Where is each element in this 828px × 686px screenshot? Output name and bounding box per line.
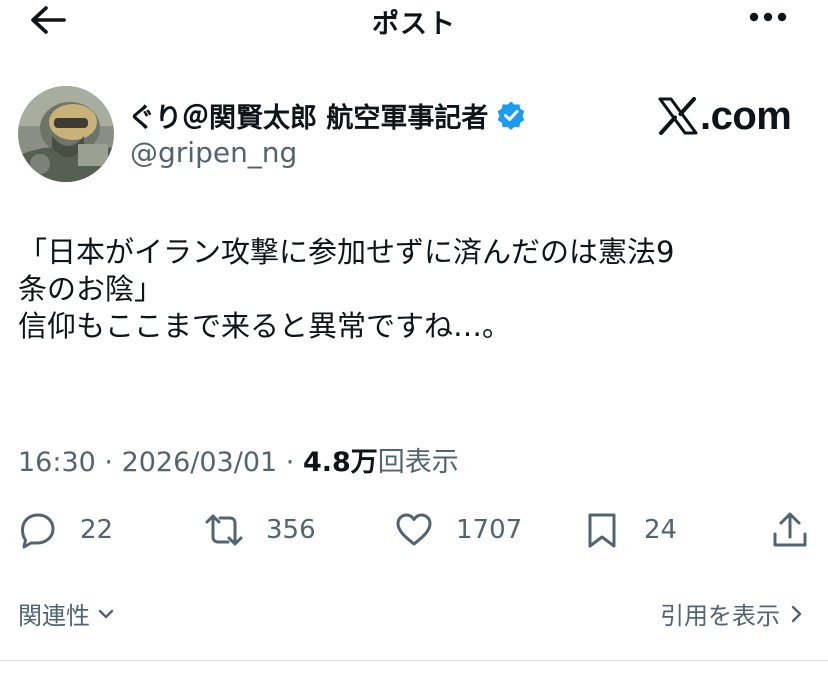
- tweet-text: 「日本がイラン攻撃に参加せずに済んだのは憲法9 条のお陰」 信仰もここまで来ると…: [18, 234, 808, 345]
- author-handle[interactable]: @gripen_ng: [130, 136, 297, 169]
- page-title: ポスト: [372, 9, 456, 40]
- sort-relevance-dropdown[interactable]: 関連性: [18, 596, 116, 631]
- avatar[interactable]: [18, 86, 114, 182]
- top-bar: ポスト: [0, 0, 828, 42]
- tweet-time[interactable]: 16:30: [18, 447, 96, 478]
- tweet-date[interactable]: 2026/03/01: [122, 447, 278, 478]
- repost-button[interactable]: 356: [204, 506, 316, 554]
- action-bar: 22 356 1707 24: [0, 506, 828, 554]
- author-name-row[interactable]: ぐり＠関賢太郎 航空軍事記者: [128, 94, 526, 136]
- view-count[interactable]: 4.8万: [303, 447, 378, 478]
- tweet-line: 「日本がイラン攻撃に参加せずに済んだのは憲法9: [18, 235, 675, 269]
- divider: [0, 660, 828, 661]
- meta-separator: ·: [95, 447, 122, 478]
- heart-icon: [396, 513, 432, 546]
- share-icon: [773, 512, 807, 547]
- tweet-line: 信仰もここまで来ると異常ですね…。: [18, 309, 512, 343]
- like-button[interactable]: 1707: [394, 506, 522, 554]
- author-display-name[interactable]: ぐり＠関賢太郎 航空軍事記者: [128, 96, 488, 135]
- chevron-down-icon: [98, 609, 114, 618]
- reply-icon: [21, 513, 55, 549]
- like-count: 1707: [456, 515, 523, 545]
- bookmark-button[interactable]: 24: [582, 506, 677, 554]
- pilot-avatar-image: [18, 86, 114, 182]
- repost-icon: [205, 514, 243, 546]
- verified-badge-icon: [498, 101, 525, 130]
- x-logo-icon: [658, 97, 698, 135]
- view-quotes-label: 引用を表示: [660, 602, 780, 630]
- tweet-line: 条のお陰」: [18, 272, 164, 306]
- tweet-meta: 16:30 · 2026/03/01 · 4.8万回表示: [18, 440, 459, 479]
- sort-label: 関連性: [18, 602, 90, 630]
- meta-separator: ·: [277, 447, 303, 478]
- more-horizontal-icon[interactable]: [748, 10, 788, 24]
- repost-count: 356: [266, 515, 316, 545]
- view-quotes-link[interactable]: 引用を表示: [660, 596, 806, 631]
- reply-count: 22: [80, 515, 114, 545]
- watermark-text: .com: [700, 93, 792, 138]
- bookmark-icon: [588, 513, 616, 548]
- share-button[interactable]: [770, 506, 810, 554]
- x-com-watermark: .com: [658, 92, 792, 140]
- bookmark-count: 24: [644, 515, 678, 545]
- view-count-label: 回表示: [377, 447, 459, 478]
- reply-button[interactable]: 22: [18, 506, 113, 554]
- chevron-right-icon: [791, 605, 802, 622]
